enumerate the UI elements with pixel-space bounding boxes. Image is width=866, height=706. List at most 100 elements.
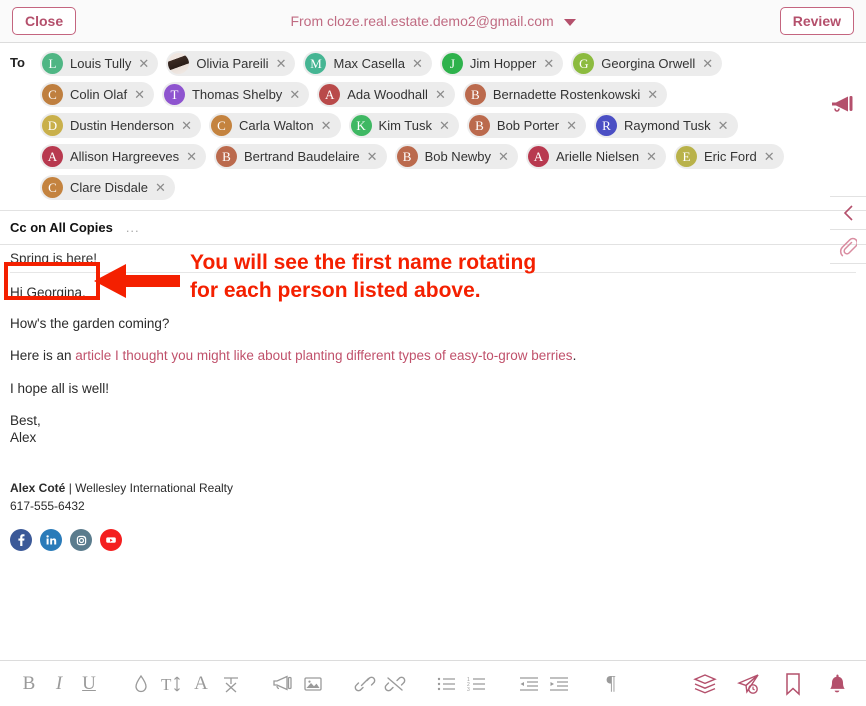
sender-name-line: Alex xyxy=(10,429,37,445)
indent-icon[interactable] xyxy=(544,669,574,699)
remove-recipient-icon[interactable]: ✕ xyxy=(181,119,192,132)
recipient-chip[interactable]: C Carla Walton ✕ xyxy=(208,113,341,138)
instagram-icon[interactable] xyxy=(70,529,92,552)
recipient-name: Colin Olaf xyxy=(70,87,128,102)
formatting-toolbar: B I U T A 1 2 3 ¶ xyxy=(0,660,866,706)
recipient-chip[interactable]: J Jim Hopper ✕ xyxy=(439,51,564,76)
numbered-list-icon[interactable]: 1 2 3 xyxy=(462,669,492,699)
recipient-chip[interactable]: A Arielle Nielsen ✕ xyxy=(525,144,666,169)
recipient-chip[interactable]: D Dustin Henderson ✕ xyxy=(40,113,201,138)
bookmark-icon[interactable] xyxy=(778,669,808,699)
remove-recipient-icon[interactable]: ✕ xyxy=(498,150,509,163)
remove-recipient-icon[interactable]: ✕ xyxy=(276,57,287,70)
bold-button[interactable]: B xyxy=(14,669,44,699)
remove-recipient-icon[interactable]: ✕ xyxy=(367,150,378,163)
recipient-chip[interactable]: A Allison Hargreeves ✕ xyxy=(40,144,207,169)
send-later-icon[interactable] xyxy=(734,669,764,699)
font-icon[interactable]: A xyxy=(186,669,216,699)
remove-recipient-icon[interactable]: ✕ xyxy=(186,150,197,163)
from-selector[interactable]: From cloze.real.estate.demo2@gmail.com xyxy=(290,13,576,29)
remove-recipient-icon[interactable]: ✕ xyxy=(321,119,332,132)
linkedin-icon[interactable] xyxy=(40,529,62,552)
remove-recipient-icon[interactable]: ✕ xyxy=(764,150,775,163)
signature-company: Wellesley International Realty xyxy=(75,481,234,496)
remove-recipient-icon[interactable]: ✕ xyxy=(134,88,145,101)
close-button[interactable]: Close xyxy=(12,6,77,36)
body-side-rail xyxy=(830,196,866,264)
italic-button[interactable]: I xyxy=(44,669,74,699)
subject-row[interactable]: Spring is here! xyxy=(10,245,856,273)
article-line: Here is an article I thought you might l… xyxy=(10,348,856,364)
recipient-chip[interactable]: B Bernadette Rostenkowski ✕ xyxy=(462,82,668,107)
recipient-chip[interactable]: K Kim Tusk ✕ xyxy=(348,113,459,138)
paperclip-icon[interactable] xyxy=(830,230,866,264)
recipient-name: Bernadette Rostenkowski xyxy=(492,87,641,102)
chevron-down-icon[interactable] xyxy=(563,18,576,26)
signature-phone: 617-555-6432 xyxy=(10,498,85,513)
text-size-icon[interactable]: T xyxy=(156,669,186,699)
review-button[interactable]: Review xyxy=(779,6,854,36)
recipient-chip[interactable]: B Bob Newby ✕ xyxy=(394,144,518,169)
message-content[interactable]: Hi Georgina, How's the garden coming? He… xyxy=(10,273,856,552)
remove-recipient-icon[interactable]: ✕ xyxy=(543,57,554,70)
signature-social-links xyxy=(10,529,856,552)
unlink-icon[interactable] xyxy=(380,669,410,699)
recipient-chip[interactable]: T Thomas Shelby ✕ xyxy=(161,82,310,107)
closing-line: Best, xyxy=(10,413,41,429)
avatar-initial: A xyxy=(527,146,549,167)
remove-recipient-icon[interactable]: ✕ xyxy=(718,119,729,132)
remove-recipient-icon[interactable]: ✕ xyxy=(289,88,300,101)
youtube-icon[interactable] xyxy=(100,529,122,552)
hope-line: I hope all is well! xyxy=(10,380,110,396)
bullet-list-icon[interactable] xyxy=(432,669,462,699)
from-row: From cloze.real.estate.demo2@gmail.com xyxy=(0,13,866,29)
recipient-chip[interactable]: C Clare Disdale ✕ xyxy=(40,175,175,200)
remove-recipient-icon[interactable]: ✕ xyxy=(412,57,423,70)
droplet-icon[interactable] xyxy=(126,669,156,699)
underline-button[interactable]: U xyxy=(74,669,104,699)
signature-name: Alex Coté xyxy=(10,481,66,496)
remove-recipient-icon[interactable]: ✕ xyxy=(566,119,577,132)
megaphone-icon[interactable] xyxy=(268,669,298,699)
recipient-chip[interactable]: R Raymond Tusk ✕ xyxy=(593,113,738,138)
avatar-initial: C xyxy=(210,115,232,136)
email-signature: Alex Coté | Wellesley International Real… xyxy=(10,480,856,552)
svg-text:3: 3 xyxy=(467,686,470,692)
remove-recipient-icon[interactable]: ✕ xyxy=(138,57,149,70)
remove-recipient-icon[interactable]: ✕ xyxy=(435,88,446,101)
remove-recipient-icon[interactable]: ✕ xyxy=(646,150,657,163)
recipient-chip[interactable]: B Bob Porter ✕ xyxy=(466,113,586,138)
image-icon[interactable] xyxy=(298,669,328,699)
recipient-chip[interactable]: A Ada Woodhall ✕ xyxy=(317,82,455,107)
bell-icon[interactable] xyxy=(822,669,852,699)
avatar-initial: B xyxy=(464,84,486,105)
remove-recipient-icon[interactable]: ✕ xyxy=(439,119,450,132)
recipient-name: Olivia Pareili xyxy=(196,56,269,71)
chevron-left-icon[interactable] xyxy=(830,196,866,230)
layers-icon[interactable] xyxy=(690,669,720,699)
subject-text: Spring is here! xyxy=(10,251,98,266)
recipient-chip[interactable]: B Bertrand Baudelaire ✕ xyxy=(214,144,387,169)
remove-recipient-icon[interactable]: ✕ xyxy=(155,181,166,194)
recipient-name: Bob Porter xyxy=(496,118,560,133)
recipient-chip[interactable]: G Georgina Orwell ✕ xyxy=(571,51,723,76)
facebook-icon[interactable] xyxy=(10,529,32,552)
link-icon[interactable] xyxy=(350,669,380,699)
megaphone-icon[interactable] xyxy=(830,95,856,116)
clear-format-icon[interactable] xyxy=(216,669,246,699)
pilcrow-icon[interactable]: ¶ xyxy=(596,669,626,699)
recipient-name: Louis Tully xyxy=(70,56,132,71)
recipient-chip[interactable]: C Colin Olaf ✕ xyxy=(40,82,154,107)
cc-on-all-copies-row[interactable]: Cc on All Copies ... xyxy=(0,211,866,245)
recipient-name: Carla Walton xyxy=(238,118,314,133)
article-link[interactable]: article I thought you might like about p… xyxy=(75,348,572,363)
outdent-icon[interactable] xyxy=(514,669,544,699)
remove-recipient-icon[interactable]: ✕ xyxy=(647,88,658,101)
recipient-name: Eric Ford xyxy=(703,149,757,164)
recipient-chip[interactable]: E Eric Ford ✕ xyxy=(673,144,784,169)
recipient-chip[interactable]: Olivia Pareili ✕ xyxy=(166,51,296,76)
remove-recipient-icon[interactable]: ✕ xyxy=(702,57,713,70)
avatar-initial: B xyxy=(216,146,238,167)
recipient-chip[interactable]: L Louis Tully ✕ xyxy=(40,51,159,76)
recipient-chip[interactable]: M Max Casella ✕ xyxy=(303,51,432,76)
